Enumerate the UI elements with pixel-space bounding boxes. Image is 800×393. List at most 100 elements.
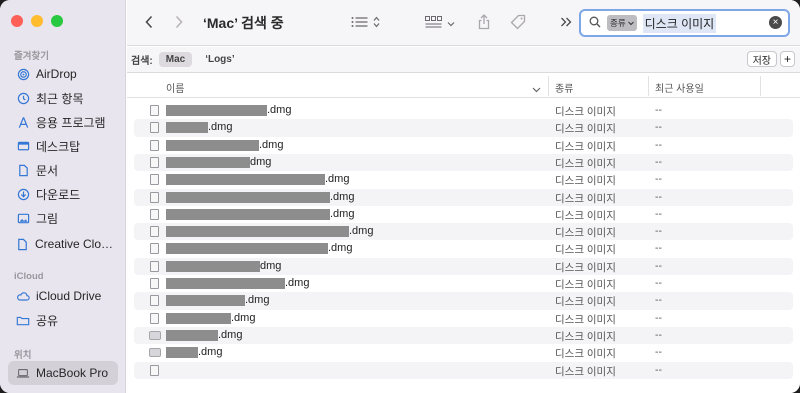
- table-row[interactable]: .dmg 디스크 이미지 --: [134, 275, 793, 292]
- table-row[interactable]: .dmg 디스크 이미지 --: [134, 137, 793, 154]
- sort-chevron-down-icon[interactable]: [532, 82, 541, 96]
- table-row[interactable]: .dmg 디스크 이미지 --: [134, 119, 793, 137]
- redacted-filename: [166, 312, 231, 324]
- sidebar-item-shared[interactable]: 공유: [8, 309, 118, 331]
- sidebar-item-documents[interactable]: 문서: [8, 159, 118, 181]
- file-kind: 디스크 이미지: [555, 140, 616, 153]
- disk-image-icon: [150, 226, 159, 238]
- search-query[interactable]: 디스크 이미지: [642, 13, 717, 33]
- sidebar-item-macbook-pro[interactable]: MacBook Pro: [8, 361, 118, 385]
- tags-button[interactable]: [507, 12, 529, 34]
- shared-folder-icon: [16, 313, 30, 327]
- disk-image-icon: [150, 243, 159, 255]
- table-row[interactable]: 디스크 이미지 --: [134, 361, 793, 379]
- file-kind: 디스크 이미지: [555, 313, 616, 326]
- table-row[interactable]: .dmg 디스크 이미지 --: [134, 171, 793, 188]
- airdrop-icon: [16, 67, 30, 81]
- sidebar-item-airdrop[interactable]: AirDrop: [8, 63, 118, 85]
- table-row[interactable]: .dmg 디스크 이미지 --: [134, 223, 793, 241]
- column-divider[interactable]: [760, 76, 761, 96]
- table-row[interactable]: .dmg 디스크 이미지 --: [134, 102, 793, 119]
- disk-image-icon: [150, 260, 159, 272]
- file-last-opened: --: [655, 259, 662, 272]
- clear-search-button[interactable]: ×: [769, 16, 782, 29]
- disk-image-icon: [150, 174, 159, 186]
- disk-image-icon: [150, 139, 159, 151]
- sidebar-item-applications[interactable]: 응용 프로그램: [8, 111, 118, 133]
- file-last-opened: --: [655, 121, 662, 134]
- file-last-opened: --: [655, 363, 662, 376]
- column-name-header[interactable]: 이름: [166, 80, 184, 95]
- view-list-button[interactable]: [347, 12, 383, 34]
- list-view-icon: [351, 16, 369, 31]
- file-last-opened: --: [655, 207, 662, 220]
- applications-icon: [16, 115, 30, 129]
- redacted-filename: [166, 329, 218, 341]
- more-toolbar-button[interactable]: [557, 12, 575, 34]
- file-extension: .dmg: [330, 190, 355, 203]
- table-row[interactable]: .dmg 디스크 이미지 --: [134, 310, 793, 327]
- sidebar-item-pictures[interactable]: 그림: [8, 207, 118, 229]
- sidebar: 즐겨찾기 AirDrop 최근 항목 응용 프로그램 데스크탑 문서 다운로드 …: [0, 0, 126, 393]
- main-pane: ‘Mac’ 검색 중 종류 디스크 이미지 × 검색: Mac ‘Logs’ 저…: [127, 0, 800, 393]
- file-extension: .dmg: [349, 225, 374, 238]
- sidebar-item-creative-cloud[interactable]: Creative Cloud Files: [8, 233, 118, 255]
- double-chevron-right-icon: [560, 16, 572, 30]
- sidebar-item-downloads[interactable]: 다운로드: [8, 183, 118, 205]
- table-row[interactable]: .dmg 디스크 이미지 --: [134, 206, 793, 223]
- back-button[interactable]: [141, 12, 157, 34]
- table-row[interactable]: dmg 디스크 이미지 --: [134, 257, 793, 275]
- document-icon: [16, 163, 30, 177]
- group-button[interactable]: [423, 12, 457, 34]
- search-field[interactable]: 종류 디스크 이미지 ×: [579, 9, 790, 37]
- file-extension: .dmg: [245, 294, 270, 307]
- file-kind: 디스크 이미지: [555, 192, 616, 205]
- file-last-opened: --: [655, 277, 662, 289]
- add-criteria-button[interactable]: +: [780, 51, 795, 67]
- table-row[interactable]: .dmg 디스크 이미지 --: [134, 188, 793, 206]
- minimize-window-button[interactable]: [31, 15, 43, 27]
- share-button[interactable]: [475, 12, 493, 34]
- disk-image-icon: [150, 295, 159, 307]
- file-last-opened: --: [655, 242, 662, 255]
- column-divider[interactable]: [548, 76, 549, 96]
- table-row[interactable]: dmg 디스크 이미지 --: [134, 153, 793, 172]
- file-kind: 디스크 이미지: [555, 261, 616, 274]
- grid-group-icon: [425, 15, 443, 31]
- file-list: .dmg 디스크 이미지 -- .dmg 디스크 이미지 -- .dmg 디스크 이미지 -- d…: [127, 102, 800, 393]
- save-search-button[interactable]: 저장: [746, 51, 777, 67]
- file-last-opened: --: [655, 346, 662, 359]
- forward-button[interactable]: [171, 12, 187, 34]
- column-date-header[interactable]: 최근 사용일: [655, 80, 704, 95]
- file-last-opened: --: [655, 294, 662, 307]
- sidebar-item-icloud-drive[interactable]: iCloud Drive: [8, 285, 118, 307]
- column-divider[interactable]: [648, 76, 649, 96]
- redacted-filename: [166, 105, 267, 116]
- sidebar-item-recents[interactable]: 최근 항목: [8, 87, 118, 109]
- table-row[interactable]: .dmg 디스크 이미지 --: [134, 292, 793, 310]
- file-extension: .dmg: [267, 104, 292, 116]
- sidebar-item-label: MacBook Pro: [36, 366, 109, 380]
- scope-option-logs[interactable]: ‘Logs’: [198, 52, 241, 67]
- table-row[interactable]: .dmg 디스크 이미지 --: [134, 240, 793, 257]
- tag-icon: [510, 14, 526, 33]
- table-row[interactable]: .dmg 디스크 이미지 --: [134, 326, 793, 345]
- close-window-button[interactable]: [11, 15, 23, 27]
- search-scope-bar: 검색: Mac ‘Logs’ 저장 +: [127, 47, 800, 73]
- redacted-filename: [166, 191, 330, 203]
- file-kind: 디스크 이미지: [555, 106, 616, 118]
- column-kind-header[interactable]: 종류: [555, 80, 573, 95]
- table-row[interactable]: .dmg 디스크 이미지 --: [134, 344, 793, 361]
- file-last-opened: --: [655, 155, 662, 168]
- search-filter-token[interactable]: 종류: [607, 15, 637, 31]
- redacted-filename: [166, 139, 259, 151]
- zoom-window-button[interactable]: [51, 15, 63, 27]
- window-controls: [11, 15, 63, 27]
- redacted-filename: [166, 260, 260, 272]
- redacted-filename: [166, 347, 198, 359]
- search-token-label: 종류: [610, 18, 626, 28]
- file-extension: .dmg: [328, 242, 353, 255]
- sidebar-item-desktop[interactable]: 데스크탑: [8, 135, 118, 157]
- scope-option-mac[interactable]: Mac: [158, 52, 193, 67]
- sidebar-section-locations: 위치: [14, 350, 32, 361]
